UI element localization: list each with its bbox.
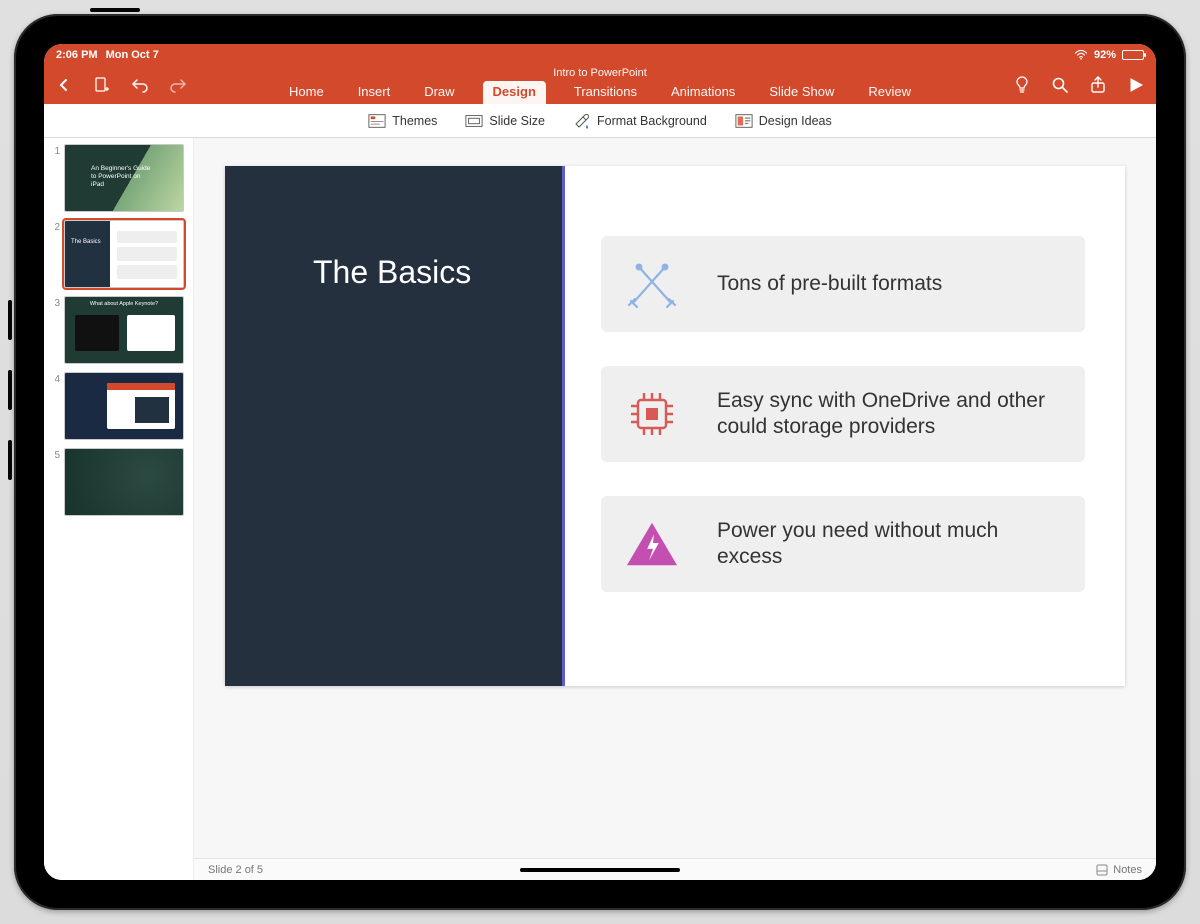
slide-canvas-area[interactable]: The Basics Tons of pre-built formats bbox=[194, 138, 1156, 858]
tellme-button[interactable] bbox=[1012, 75, 1032, 95]
design-ideas-icon bbox=[735, 112, 753, 130]
ribbon-slide-size-label: Slide Size bbox=[489, 114, 545, 128]
undo-button[interactable] bbox=[130, 75, 150, 95]
thumb-number: 4 bbox=[50, 372, 60, 385]
feature-text: Easy sync with OneDrive and other could … bbox=[717, 388, 1061, 441]
battery-icon bbox=[1122, 50, 1144, 60]
format-bg-icon bbox=[573, 112, 591, 130]
ribbon-design-ideas[interactable]: Design Ideas bbox=[735, 112, 832, 130]
ribbon-themes[interactable]: Themes bbox=[368, 112, 437, 130]
thumb-number: 3 bbox=[50, 296, 60, 309]
workspace: 1 An Beginner's Guide to PowerPoint on i… bbox=[44, 138, 1156, 880]
status-bar: 2:06 PM Mon Oct 7 92% bbox=[44, 44, 1156, 66]
chip-icon bbox=[625, 387, 679, 441]
thumb-title: The Basics bbox=[71, 239, 109, 246]
thumb-5[interactable]: 5 bbox=[50, 448, 187, 516]
slide-position: Slide 2 of 5 bbox=[208, 864, 263, 876]
home-indicator[interactable] bbox=[520, 868, 680, 872]
themes-icon bbox=[368, 112, 386, 130]
warning-bolt-icon bbox=[625, 517, 679, 571]
design-ribbon: Themes Slide Size Format Background Desi… bbox=[44, 104, 1156, 138]
tab-animations[interactable]: Animations bbox=[665, 81, 741, 104]
notes-toggle[interactable]: Notes bbox=[1096, 864, 1142, 876]
ribbon-format-background[interactable]: Format Background bbox=[573, 112, 707, 130]
tab-insert[interactable]: Insert bbox=[352, 81, 397, 104]
file-menu-button[interactable] bbox=[92, 75, 112, 95]
share-button[interactable] bbox=[1088, 75, 1108, 95]
tab-home[interactable]: Home bbox=[283, 81, 330, 104]
back-button[interactable] bbox=[54, 75, 74, 95]
tab-review[interactable]: Review bbox=[862, 81, 917, 104]
slide-title: The Basics bbox=[313, 254, 471, 686]
slide-size-icon bbox=[465, 112, 483, 130]
status-time: 2:06 PM bbox=[56, 49, 98, 61]
thumb-title: What about Apple Keynote? bbox=[65, 301, 183, 307]
thumb-3[interactable]: 3 What about Apple Keynote? bbox=[50, 296, 187, 364]
status-date: Mon Oct 7 bbox=[106, 49, 159, 61]
document-title: Intro to PowerPoint bbox=[553, 67, 647, 79]
notes-label: Notes bbox=[1113, 864, 1142, 876]
tab-design[interactable]: Design bbox=[483, 81, 546, 104]
thumb-title: An Beginner's Guide to PowerPoint on iPa… bbox=[91, 165, 151, 189]
wifi-icon bbox=[1074, 50, 1088, 60]
thumb-number: 2 bbox=[50, 220, 60, 233]
feature-text: Tons of pre-built formats bbox=[717, 271, 942, 297]
ribbon-tabs: Home Insert Draw Design Transitions Anim… bbox=[283, 81, 917, 104]
tab-slideshow[interactable]: Slide Show bbox=[763, 81, 840, 104]
feature-text: Power you need without much excess bbox=[717, 518, 1061, 571]
current-slide[interactable]: The Basics Tons of pre-built formats bbox=[225, 166, 1125, 686]
ribbon-slide-size[interactable]: Slide Size bbox=[465, 112, 545, 130]
notes-icon bbox=[1096, 864, 1108, 876]
ribbon-themes-label: Themes bbox=[392, 114, 437, 128]
swords-icon bbox=[625, 257, 679, 311]
slide-title-block[interactable]: The Basics bbox=[225, 166, 565, 686]
thumb-1[interactable]: 1 An Beginner's Guide to PowerPoint on i… bbox=[50, 144, 187, 212]
present-button[interactable] bbox=[1126, 75, 1146, 95]
thumb-number: 5 bbox=[50, 448, 60, 461]
ribbon-design-ideas-label: Design Ideas bbox=[759, 114, 832, 128]
thumb-2[interactable]: 2 The Basics bbox=[50, 220, 187, 288]
thumb-4[interactable]: 4 bbox=[50, 372, 187, 440]
feature-card-3[interactable]: Power you need without much excess bbox=[601, 496, 1085, 592]
feature-card-1[interactable]: Tons of pre-built formats bbox=[601, 236, 1085, 332]
redo-button[interactable] bbox=[168, 75, 188, 95]
thumb-number: 1 bbox=[50, 144, 60, 157]
slide-thumbnail-panel[interactable]: 1 An Beginner's Guide to PowerPoint on i… bbox=[44, 138, 194, 880]
tab-draw[interactable]: Draw bbox=[418, 81, 460, 104]
search-button[interactable] bbox=[1050, 75, 1070, 95]
battery-percent: 92% bbox=[1094, 49, 1116, 61]
tab-transitions[interactable]: Transitions bbox=[568, 81, 643, 104]
app-bar: Intro to PowerPoint Home Insert Draw Des… bbox=[44, 66, 1156, 104]
feature-card-2[interactable]: Easy sync with OneDrive and other could … bbox=[601, 366, 1085, 462]
ribbon-format-bg-label: Format Background bbox=[597, 114, 707, 128]
